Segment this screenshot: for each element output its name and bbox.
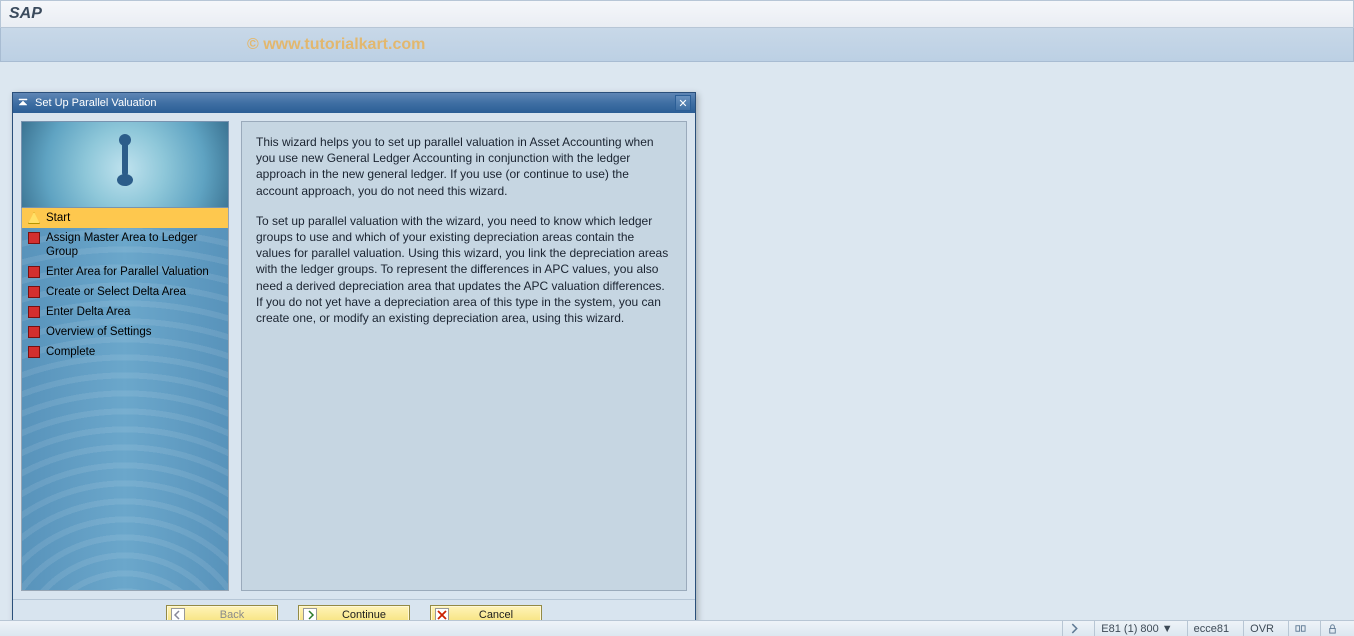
cancel-button-label: Cancel (455, 609, 537, 621)
app-title: SAP (9, 5, 42, 23)
step-label: Create or Select Delta Area (46, 285, 222, 299)
dialog-titlebar[interactable]: Set Up Parallel Valuation ✕ (13, 93, 695, 113)
water-splash-icon (117, 174, 133, 186)
step-label: Start (46, 211, 222, 225)
wizard-paragraph-1: This wizard helps you to set up parallel… (256, 134, 672, 199)
status-mode-text: OVR (1250, 623, 1274, 635)
status-system-text: E81 (1) 800 (1101, 623, 1158, 635)
water-stem-icon (122, 138, 128, 176)
wizard-step-enter-area[interactable]: Enter Area for Parallel Valuation (22, 262, 228, 282)
status-nav-icon[interactable] (1062, 621, 1086, 636)
warning-icon (28, 212, 40, 224)
wizard-step-enter-delta[interactable]: Enter Delta Area (22, 302, 228, 322)
status-bar: E81 (1) 800 ▼ ecce81 OVR (0, 620, 1354, 636)
step-label: Complete (46, 345, 222, 359)
toolbar-band: © www.tutorialkart.com (0, 28, 1354, 62)
wizard-step-delta-area[interactable]: Create or Select Delta Area (22, 282, 228, 302)
wizard-step-assign-master[interactable]: Assign Master Area to Ledger Group (22, 228, 228, 262)
step-label: Enter Delta Area (46, 305, 222, 319)
app-header: SAP (0, 0, 1354, 28)
wizard-left-column: Start Assign Master Area to Ledger Group… (21, 121, 229, 591)
dialog-close-button[interactable]: ✕ (675, 95, 691, 111)
wizard-paragraph-2: To set up parallel valuation with the wi… (256, 213, 672, 326)
dialog-title: Set Up Parallel Valuation (35, 97, 156, 109)
status-server-text: ecce81 (1194, 623, 1229, 635)
status-server: ecce81 (1187, 621, 1235, 636)
step-label: Assign Master Area to Ledger Group (46, 231, 222, 259)
wizard-dialog: Set Up Parallel Valuation ✕ Start (12, 92, 696, 630)
red-square-icon (28, 306, 40, 318)
wizard-step-complete[interactable]: Complete (22, 342, 228, 362)
red-square-icon (28, 232, 40, 244)
status-layout-icon[interactable] (1288, 621, 1312, 636)
status-mode: OVR (1243, 621, 1280, 636)
workspace: Set Up Parallel Valuation ✕ Start (0, 62, 1354, 620)
dialog-titlebar-icon (17, 96, 29, 111)
wizard-illustration (21, 121, 229, 208)
wizard-step-start[interactable]: Start (22, 208, 228, 228)
back-button-label: Back (191, 609, 273, 621)
dropdown-icon: ▼ (1162, 623, 1173, 635)
continue-button-label: Continue (323, 609, 405, 621)
step-label: Overview of Settings (46, 325, 222, 339)
wizard-content-pane: This wizard helps you to set up parallel… (241, 121, 687, 591)
red-square-icon (28, 286, 40, 298)
step-label: Enter Area for Parallel Valuation (46, 265, 222, 279)
wizard-step-list: Start Assign Master Area to Ledger Group… (21, 208, 229, 591)
red-square-icon (28, 326, 40, 338)
status-lock-icon[interactable] (1320, 621, 1344, 636)
wizard-step-overview[interactable]: Overview of Settings (22, 322, 228, 342)
status-system[interactable]: E81 (1) 800 ▼ (1094, 621, 1178, 636)
watermark-text: © www.tutorialkart.com (247, 36, 425, 54)
red-square-icon (28, 346, 40, 358)
close-icon: ✕ (678, 97, 687, 110)
dialog-body: Start Assign Master Area to Ledger Group… (13, 113, 695, 599)
red-square-icon (28, 266, 40, 278)
